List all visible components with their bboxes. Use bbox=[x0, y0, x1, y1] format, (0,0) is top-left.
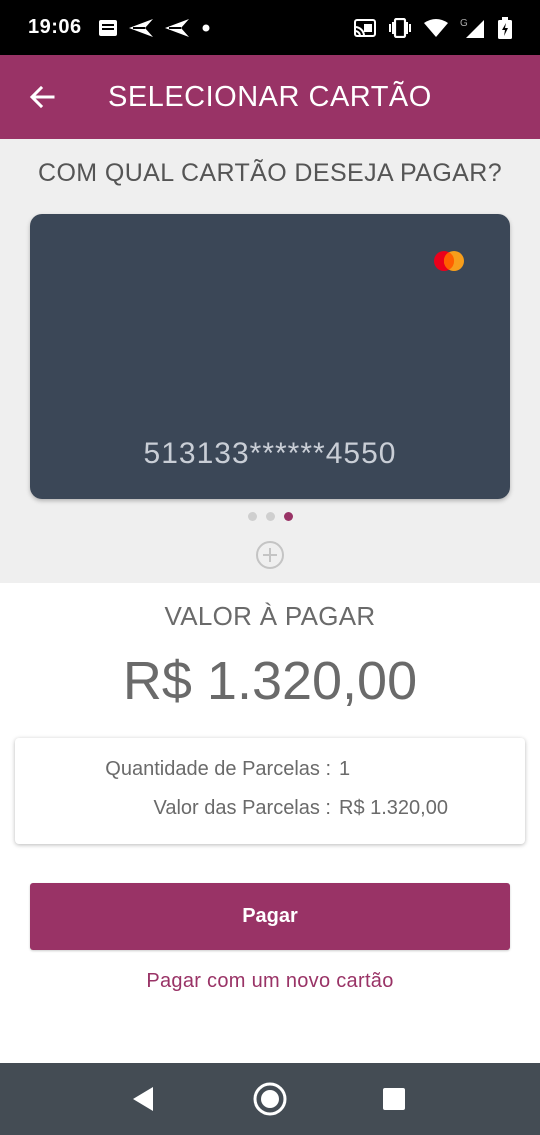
pager-dot[interactable] bbox=[247, 512, 257, 521]
add-circle-icon bbox=[255, 540, 285, 570]
status-left-icons bbox=[98, 18, 212, 38]
nav-home-button[interactable] bbox=[252, 1081, 288, 1117]
card-pager bbox=[0, 512, 540, 521]
installments-box: Quantidade de Parcelas : 1 Valor das Par… bbox=[15, 738, 525, 844]
recents-square-icon bbox=[382, 1087, 406, 1111]
card-question: COM QUAL CARTÃO DESEJA PAGAR? bbox=[37, 159, 503, 187]
send-icon bbox=[128, 18, 154, 38]
back-triangle-icon bbox=[131, 1086, 155, 1112]
app-bar: SELECIONAR CARTÃO bbox=[0, 55, 540, 139]
status-bar: 19:06 G bbox=[0, 0, 540, 55]
signal-icon: G bbox=[460, 17, 486, 39]
add-card-button[interactable] bbox=[255, 540, 285, 570]
installments-quantity-label: Quantidade de Parcelas : bbox=[105, 758, 331, 780]
wifi-icon bbox=[424, 18, 448, 37]
installments-value-label: Valor das Parcelas : bbox=[153, 797, 332, 819]
page-title: SELECIONAR CARTÃO bbox=[108, 80, 432, 113]
pay-new-card-link[interactable]: Pagar com um novo cartão bbox=[0, 970, 540, 993]
arrow-back-icon bbox=[29, 85, 55, 109]
installments-quantity-value: 1 bbox=[339, 758, 351, 780]
cast-icon bbox=[354, 18, 376, 37]
vibrate-icon bbox=[388, 17, 412, 38]
pager-dot[interactable] bbox=[265, 512, 275, 521]
send-icon bbox=[164, 18, 190, 38]
status-right-icons: G bbox=[354, 16, 512, 39]
mastercard-icon bbox=[432, 250, 466, 272]
system-nav-bar bbox=[0, 1063, 540, 1135]
installments-value-value: R$ 1.320,00 bbox=[339, 797, 448, 819]
status-time: 19:06 bbox=[28, 16, 82, 38]
nav-back-button[interactable] bbox=[125, 1081, 161, 1117]
back-button[interactable] bbox=[16, 71, 68, 123]
amount-value: R$ 1.320,00 bbox=[122, 651, 418, 711]
credit-card[interactable]: 513133******4550 bbox=[30, 214, 510, 499]
nav-recents-button[interactable] bbox=[376, 1081, 412, 1117]
home-circle-icon bbox=[252, 1081, 288, 1117]
card-selector: COM QUAL CARTÃO DESEJA PAGAR? 513133****… bbox=[0, 139, 540, 583]
svg-text:G: G bbox=[460, 18, 468, 29]
message-icon bbox=[98, 19, 118, 37]
battery-icon bbox=[498, 16, 512, 39]
dot-icon bbox=[200, 22, 212, 34]
pay-button[interactable]: Pagar bbox=[30, 883, 510, 950]
card-number: 513133******4550 bbox=[143, 437, 397, 470]
amount-label: VALOR À PAGAR bbox=[164, 601, 376, 631]
pager-dot-active[interactable] bbox=[283, 512, 293, 521]
